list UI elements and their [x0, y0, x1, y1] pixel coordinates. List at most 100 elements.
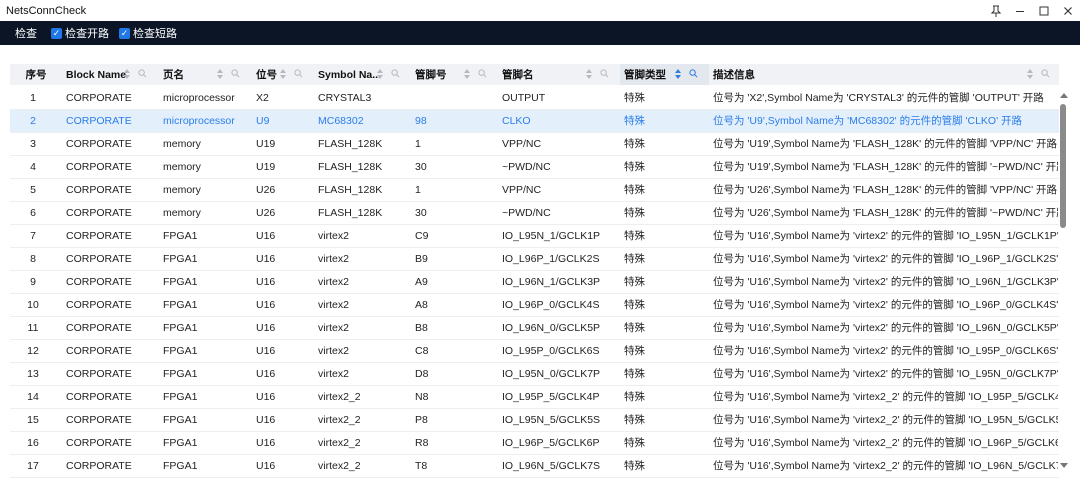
search-icon[interactable]: [391, 69, 402, 80]
toolbar: 检查 ✓ 检查开路 ✓ 检查短路: [0, 21, 1080, 45]
table-row[interactable]: 1 CORPORATE microprocessor X2 CRYSTAL3 OUTPUT…: [10, 87, 1059, 110]
table-cell-pin-name: IO_L96P_0/GCLK4S: [502, 299, 600, 311]
table-cell-ref-des: U16: [256, 253, 276, 265]
column-header-description[interactable]: 描述信息: [709, 64, 1059, 85]
search-icon[interactable]: [600, 69, 611, 80]
table-row[interactable]: 8 CORPORATE FPGA1 U16 virtex2 B9 IO_L96P_1/GCL…: [10, 248, 1059, 271]
table-cell-pin-number: 98: [415, 115, 427, 127]
column-header-pin-type[interactable]: 管脚类型: [620, 64, 709, 85]
table-cell-pin-type: 特殊: [624, 345, 645, 357]
table-row[interactable]: 5 CORPORATE memory U26 FLASH_128K 1 VPP/NC 特殊 位号…: [10, 179, 1059, 202]
short-circuit-checkbox[interactable]: ✓ 检查短路: [119, 25, 177, 41]
window-controls: [984, 0, 1080, 21]
scrollbar-thumb[interactable]: [1060, 104, 1066, 228]
table-row[interactable]: 10 CORPORATE FPGA1 U16 virtex2 A8 IO_L96P_0/GC…: [10, 294, 1059, 317]
table-cell-index: 6: [30, 207, 36, 219]
sort-icon[interactable]: [217, 68, 224, 81]
table-cell-index: 10: [27, 299, 39, 311]
table-cell-ref-des: X2: [256, 92, 269, 104]
title-bar: NetsConnCheck: [0, 0, 1080, 21]
table-cell-index: 1: [30, 92, 36, 104]
table-cell-symbol-name: FLASH_128K: [318, 138, 383, 150]
table-cell-pin-number: R8: [415, 437, 429, 449]
table-cell-description: 位号为 'U16',Symbol Name为 'virtex2' 的元件的管脚 …: [713, 368, 1058, 380]
column-header-pin-name[interactable]: 管脚名: [498, 64, 620, 85]
table-cell-pin-number: 1: [415, 138, 421, 150]
column-header-label: 管脚类型: [624, 69, 666, 81]
table-cell-pin-name: IO_L95N_1/GCLK1P: [502, 230, 601, 242]
table-cell-ref-des: U19: [256, 161, 276, 173]
sort-icon[interactable]: [280, 68, 287, 81]
table-cell-block-name: CORPORATE: [66, 322, 132, 334]
column-header-label: Block Name: [66, 68, 127, 81]
table-cell-block-name: CORPORATE: [66, 391, 132, 403]
window-title: NetsConnCheck: [6, 4, 87, 17]
table-cell-page-name: memory: [163, 207, 201, 219]
table-cell-description: 位号为 'U19',Symbol Name为 'FLASH_128K' 的元件的…: [713, 161, 1058, 173]
table-cell-description: 位号为 'U16',Symbol Name为 'virtex2_2' 的元件的管…: [713, 437, 1058, 449]
table-cell-block-name: CORPORATE: [66, 460, 132, 472]
table-cell-description: 位号为 'U16',Symbol Name为 'virtex2' 的元件的管脚 …: [713, 322, 1058, 334]
table-cell-pin-number: A9: [415, 276, 428, 288]
close-icon[interactable]: [1056, 0, 1080, 21]
search-icon[interactable]: [294, 69, 305, 80]
sort-icon[interactable]: [377, 68, 384, 81]
checkmark-icon: ✓: [119, 27, 130, 39]
table-row[interactable]: 4 CORPORATE memory U19 FLASH_128K 30 ~PWD/NC 特殊…: [10, 156, 1059, 179]
table-cell-ref-des: U16: [256, 299, 276, 311]
table-row[interactable]: 16 CORPORATE FPGA1 U16 virtex2_2 R8 IO_L96P_5/…: [10, 432, 1059, 455]
table-row[interactable]: 2 CORPORATE microprocessor U9 MC68302 98 CLKO 特…: [10, 110, 1059, 133]
table-row[interactable]: 15 CORPORATE FPGA1 U16 virtex2_2 P8 IO_L95N_5/…: [10, 409, 1059, 432]
column-header-index[interactable]: 序号: [10, 64, 62, 85]
table-row[interactable]: 6 CORPORATE memory U26 FLASH_128K 30 ~PWD/NC 特殊…: [10, 202, 1059, 225]
table-cell-page-name: FPGA1: [163, 437, 198, 449]
vertical-scrollbar[interactable]: [1058, 90, 1069, 470]
minimize-icon[interactable]: [1008, 0, 1032, 21]
table-cell-ref-des: U16: [256, 368, 276, 380]
sort-icon[interactable]: [124, 68, 131, 81]
table-cell-block-name: CORPORATE: [66, 345, 132, 357]
table-cell-pin-type: 特殊: [624, 253, 645, 265]
column-header-pin-number[interactable]: 管脚号: [411, 64, 498, 85]
table-cell-symbol-name: virtex2: [318, 322, 349, 334]
search-icon[interactable]: [1041, 69, 1052, 80]
search-icon[interactable]: [138, 69, 149, 80]
table-cell-block-name: CORPORATE: [66, 230, 132, 242]
pin-icon[interactable]: [984, 0, 1008, 21]
table-row[interactable]: 13 CORPORATE FPGA1 U16 virtex2 D8 IO_L95N_0/GC…: [10, 363, 1059, 386]
column-header-page-name[interactable]: 页名: [159, 64, 252, 85]
table-row[interactable]: 9 CORPORATE FPGA1 U16 virtex2 A9 IO_L96N_1/GCL…: [10, 271, 1059, 294]
sort-icon[interactable]: [464, 68, 471, 81]
scroll-down-icon[interactable]: [1060, 463, 1068, 468]
table-cell-page-name: memory: [163, 184, 201, 196]
scroll-up-icon[interactable]: [1060, 93, 1068, 98]
table-row[interactable]: 14 CORPORATE FPGA1 U16 virtex2_2 N8 IO_L95P_5/…: [10, 386, 1059, 409]
table-cell-pin-name: VPP/NC: [502, 184, 542, 196]
sort-icon[interactable]: [1027, 68, 1034, 81]
sort-icon[interactable]: [675, 68, 682, 81]
table-cell-ref-des: U16: [256, 322, 276, 334]
column-header-ref-des[interactable]: 位号: [252, 64, 314, 85]
table-cell-pin-name: IO_L95N_0/GCLK7P: [502, 368, 601, 380]
table-row[interactable]: 3 CORPORATE memory U19 FLASH_128K 1 VPP/NC 特殊 位号…: [10, 133, 1059, 156]
table-row[interactable]: 11 CORPORATE FPGA1 U16 virtex2 B8 IO_L96N_0/GC…: [10, 317, 1059, 340]
table-row[interactable]: 17 CORPORATE FPGA1 U16 virtex2_2 T8 IO_L96N_5/…: [10, 455, 1059, 478]
column-header-block-name[interactable]: Block Name: [62, 64, 159, 85]
check-button[interactable]: 检查: [15, 25, 37, 41]
sort-icon[interactable]: [586, 68, 593, 81]
table-cell-pin-name: VPP/NC: [502, 138, 542, 150]
table-row[interactable]: 12 CORPORATE FPGA1 U16 virtex2 C8 IO_L95P_0/GC…: [10, 340, 1059, 363]
table-cell-pin-name: CLKO: [502, 115, 531, 127]
search-icon[interactable]: [478, 69, 489, 80]
table-row[interactable]: 7 CORPORATE FPGA1 U16 virtex2 C9 IO_L95N_1/GCL…: [10, 225, 1059, 248]
search-icon[interactable]: [231, 69, 242, 80]
search-icon[interactable]: [689, 69, 700, 80]
table-cell-description: 位号为 'X2',Symbol Name为 'CRYSTAL3' 的元件的管脚 …: [713, 92, 1044, 104]
table-cell-description: 位号为 'U26',Symbol Name为 'FLASH_128K' 的元件的…: [713, 184, 1058, 196]
column-header-symbol-name[interactable]: Symbol Na...: [314, 64, 411, 85]
table-cell-pin-type: 特殊: [624, 276, 645, 288]
table-cell-page-name: memory: [163, 161, 201, 173]
open-circuit-checkbox[interactable]: ✓ 检查开路: [51, 25, 109, 41]
maximize-icon[interactable]: [1032, 0, 1056, 21]
column-header-label: Symbol Na...: [318, 68, 382, 81]
